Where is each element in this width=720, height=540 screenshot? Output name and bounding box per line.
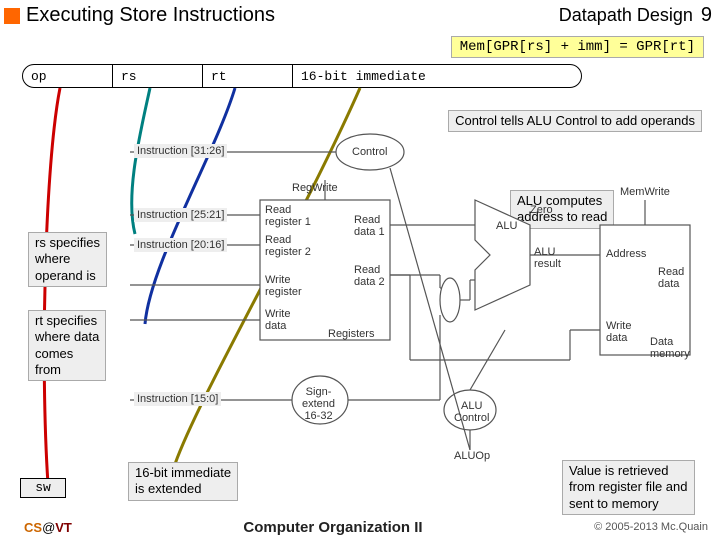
label-instruction-31-26: Instruction [31:26] xyxy=(134,144,227,158)
label-read-register-1: Read register 1 xyxy=(265,204,311,228)
label-alu: ALU xyxy=(496,220,517,232)
sw-mnemonic-box: sw xyxy=(20,478,66,498)
annotation-rt-specifies: rt specifies where data comes from xyxy=(28,310,106,381)
label-aluop: ALUOp xyxy=(454,450,490,462)
label-write-register: Write register xyxy=(265,274,302,298)
label-alu-result: ALU result xyxy=(534,246,561,270)
footer: CS@VT Computer Organization II © 2005-20… xyxy=(0,516,720,540)
page-number: 9 xyxy=(701,4,712,27)
field-op: op xyxy=(23,65,113,87)
footer-copyright: © 2005-2013 Mc.Quain xyxy=(594,521,708,533)
page-title: Executing Store Instructions xyxy=(26,4,275,27)
label-write-data-mem: Write data xyxy=(606,320,631,344)
label-instruction-20-16: Instruction [20:16] xyxy=(134,238,227,252)
label-alu-control: ALU Control xyxy=(454,400,489,424)
label-address: Address xyxy=(606,248,646,260)
label-memwrite: MemWrite xyxy=(620,186,670,198)
annotation-control-tells: Control tells ALU Control to add operand… xyxy=(448,110,702,132)
label-instruction-15-0: Instruction [15:0] xyxy=(134,392,221,406)
footer-center: Computer Organization II xyxy=(72,519,594,536)
label-read-register-2: Read register 2 xyxy=(265,234,311,258)
label-instruction-25-21: Instruction [25:21] xyxy=(134,208,227,222)
label-read-data-2: Read data 2 xyxy=(354,264,385,288)
label-zero: Zero xyxy=(530,204,553,216)
field-immediate: 16-bit immediate xyxy=(293,65,581,87)
datapath-diagram: Instruction [31:26] Instruction [25:21] … xyxy=(110,130,700,470)
label-sign-extend: Sign- extend 16-32 xyxy=(302,386,335,422)
label-registers: Registers xyxy=(328,328,374,340)
label-read-data-mem: Read data xyxy=(658,266,684,290)
slide-accent-marker xyxy=(4,8,20,24)
footer-cs: CS xyxy=(24,520,42,535)
label-read-data-1: Read data 1 xyxy=(354,214,385,238)
label-data-memory: Data memory xyxy=(650,336,690,360)
field-rt: rt xyxy=(203,65,293,87)
footer-vt: VT xyxy=(55,520,72,535)
section-label: Datapath Design xyxy=(559,5,693,26)
field-rs: rs xyxy=(113,65,203,87)
footer-left: CS@VT xyxy=(24,520,72,535)
label-regwrite: RegWrite xyxy=(292,182,338,194)
annotation-rs-specifies: rs specifies where operand is xyxy=(28,232,107,287)
label-control: Control xyxy=(352,146,387,158)
label-write-data: Write data xyxy=(265,308,290,332)
memory-equation: Mem[GPR[rs] + imm] = GPR[rt] xyxy=(451,36,704,58)
instruction-format: op rs rt 16-bit immediate xyxy=(22,64,582,88)
footer-at: @ xyxy=(42,520,55,535)
